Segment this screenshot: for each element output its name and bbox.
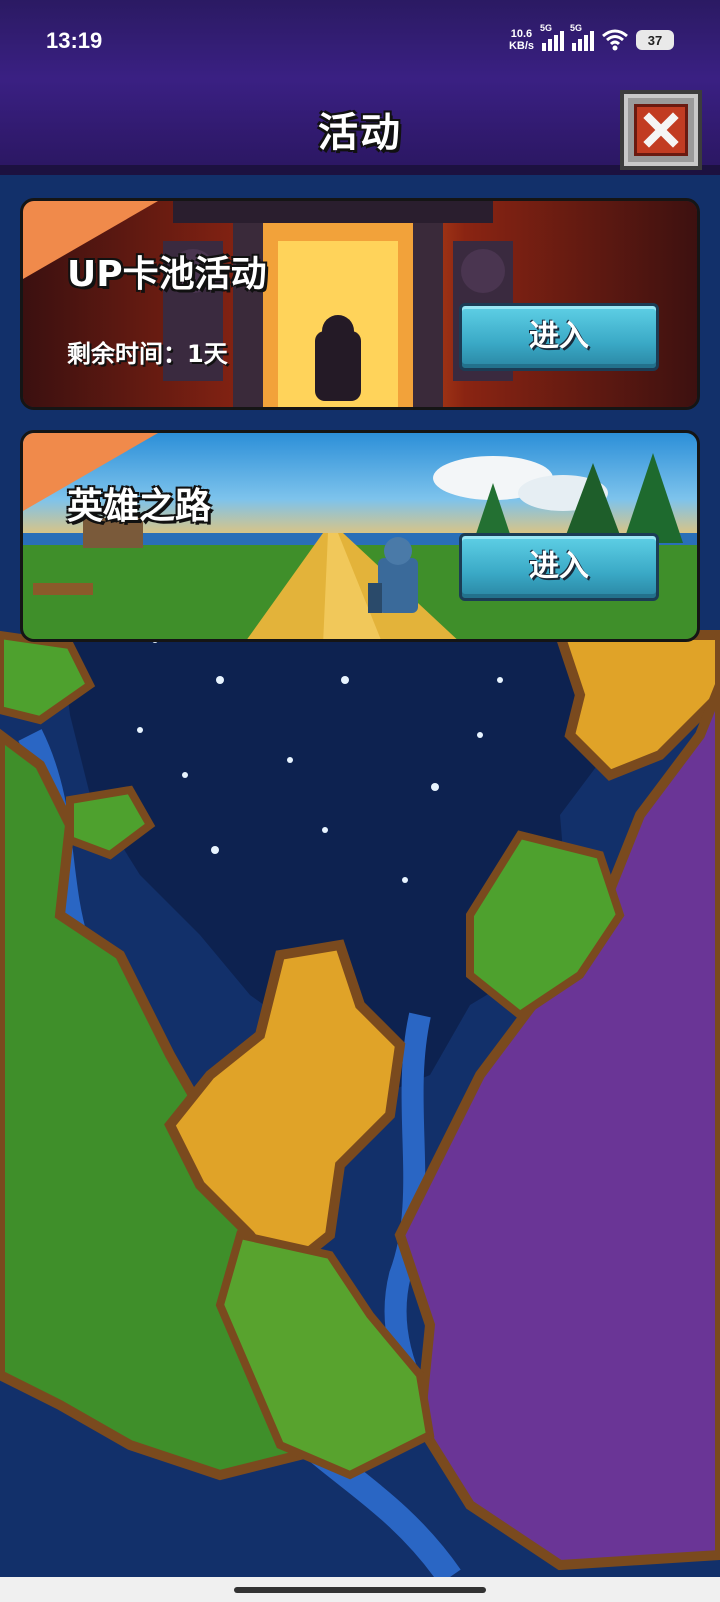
close-button[interactable] — [620, 90, 702, 170]
signal-icon: 5G — [540, 23, 564, 51]
wifi-icon — [602, 29, 628, 51]
enter-button[interactable]: 进入 — [459, 533, 659, 601]
system-nav-area — [0, 1577, 720, 1602]
event-title: 英雄之路 — [67, 486, 212, 527]
battery-icon: 37 — [636, 30, 674, 50]
status-icons: 10.6 KB/s 5G 5G 37 — [508, 23, 674, 56]
event-card-up-pool[interactable]: UP卡池活动 剩余时间：1天 进入 — [20, 198, 700, 410]
page-title: 活动 — [318, 110, 402, 156]
enter-button[interactable]: 进入 — [459, 303, 659, 371]
event-card-hero-road[interactable]: 英雄之路 进入 — [20, 430, 700, 642]
close-icon — [634, 104, 688, 156]
event-remaining-time: 剩余时间：1天 — [67, 340, 228, 368]
home-indicator[interactable] — [234, 1587, 486, 1593]
status-time: 13:19 — [46, 28, 103, 53]
network-speed: 10.6 KB/s — [508, 28, 534, 52]
event-title: UP卡池活动 — [67, 254, 267, 295]
signal-icon: 5G — [570, 23, 594, 51]
header-bar: 13:19 10.6 KB/s 5G 5G 37 活动 — [0, 0, 720, 175]
